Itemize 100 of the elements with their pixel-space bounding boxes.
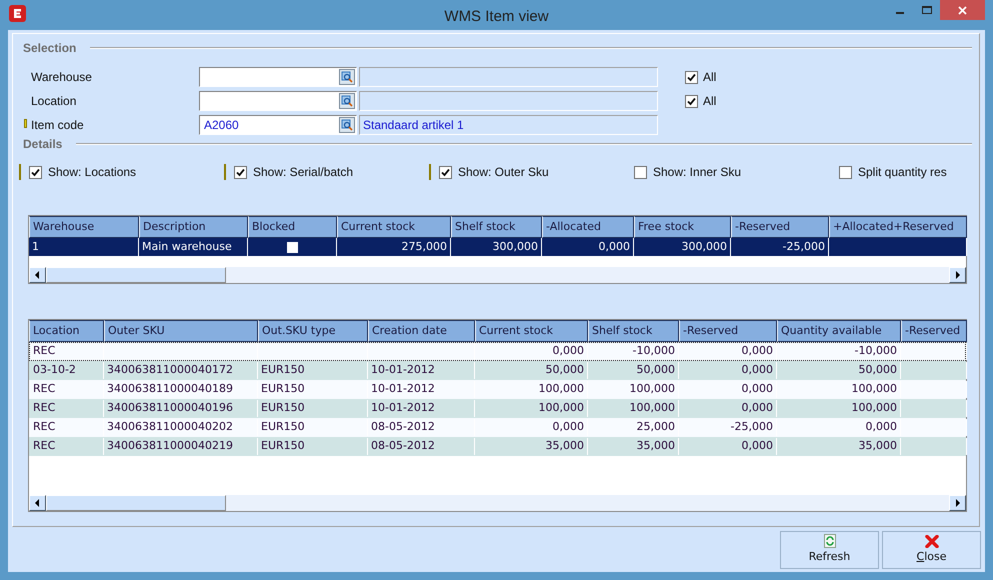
table-cell: 0,000	[679, 400, 777, 417]
table-row[interactable]: REC 0,000 -10,000 0,000 -10,000	[29, 342, 966, 361]
column-header[interactable]: Creation date	[368, 320, 475, 342]
blocked-checkbox[interactable]	[286, 242, 298, 252]
section-heading: Details	[23, 136, 64, 153]
horizontal-scrollbar[interactable]	[29, 494, 966, 511]
column-header[interactable]: -Reserved	[901, 320, 967, 342]
checkbox-label: Split quantity res	[858, 164, 947, 181]
table-cell: 50,000	[475, 362, 588, 379]
checkbox[interactable]	[634, 166, 647, 178]
table-cell: EUR150	[258, 438, 368, 455]
column-header[interactable]: Description	[139, 216, 248, 238]
checkbox[interactable]	[439, 166, 452, 178]
table-cell: 25,000	[588, 419, 679, 436]
horizontal-scrollbar[interactable]	[29, 266, 966, 283]
table-cell: 275,000	[337, 238, 451, 256]
scroll-left-button[interactable]	[29, 267, 46, 283]
column-header[interactable]: Current stock	[475, 320, 588, 342]
table-row[interactable]: REC 340063811000040202 EUR150 08-05-2012 0,000 25,000 -25,000 0,000	[29, 418, 966, 437]
table-cell: -25,000	[731, 238, 829, 256]
table-cell: 340063811000040219	[104, 438, 258, 455]
table-cell: 0,000	[679, 343, 777, 360]
checkbox[interactable]	[234, 166, 247, 178]
lookup-button[interactable]	[339, 69, 355, 85]
scroll-thumb[interactable]	[46, 267, 226, 283]
table-cell: REC	[30, 343, 104, 360]
checkbox[interactable]	[839, 166, 852, 178]
column-header[interactable]: +Allocated+Reserved	[829, 216, 967, 238]
table-cell: 340063811000040202	[104, 419, 258, 436]
table-cell: 35,000	[777, 438, 901, 455]
column-header[interactable]: Blocked	[248, 216, 337, 238]
column-header[interactable]: Outer SKU	[104, 320, 258, 342]
table-row[interactable]: 1 Main warehouse 275,000 300,000 0,000 300,000 -25,000	[29, 238, 966, 256]
table-cell: 0,000	[679, 438, 777, 455]
table-row[interactable]: REC 340063811000040196 EUR150 10-01-2012 100,000 100,000 0,000 100,000	[29, 399, 966, 418]
input-field[interactable]	[199, 67, 357, 87]
table-cell: 0,000	[679, 381, 777, 398]
table-cell: 100,000	[475, 381, 588, 398]
table-cell: EUR150	[258, 362, 368, 379]
input-field[interactable]: A2060	[199, 115, 357, 135]
checkbox[interactable]	[685, 70, 698, 84]
column-header[interactable]: Free stock	[634, 216, 731, 238]
table-cell: -25,000	[679, 419, 777, 436]
column-header[interactable]: Current stock	[337, 216, 451, 238]
column-header[interactable]: Location	[29, 320, 104, 342]
input-field[interactable]	[199, 91, 357, 111]
table-cell: 10-01-2012	[368, 400, 475, 417]
column-header[interactable]: Shelf stock	[451, 216, 542, 238]
checkbox-label: All	[703, 93, 716, 110]
scroll-thumb[interactable]	[46, 495, 226, 511]
search-icon	[341, 119, 353, 131]
refresh-button[interactable]: Refresh	[780, 531, 879, 569]
column-header[interactable]: -Reserved	[731, 216, 829, 238]
checkbox-label: Show: Inner Sku	[653, 164, 742, 181]
checkbox-label: Show: Locations	[48, 164, 136, 181]
table-cell: REC	[30, 381, 104, 398]
column-header[interactable]: Quantity available	[777, 320, 901, 342]
table-cell: 0,000	[542, 238, 634, 256]
scroll-right-button[interactable]	[949, 267, 966, 283]
table-cell: 340063811000040196	[104, 400, 258, 417]
table-cell: 100,000	[475, 400, 588, 417]
checkbox[interactable]	[685, 94, 698, 108]
table-cell: 35,000	[588, 438, 679, 455]
table-cell: REC	[30, 438, 104, 455]
close-button[interactable]: Close	[882, 531, 981, 569]
close-button[interactable]	[940, 0, 985, 20]
table-cell: EUR150	[258, 419, 368, 436]
scroll-right-button[interactable]	[949, 495, 966, 511]
refresh-icon	[824, 534, 836, 548]
table-row[interactable]: REC 340063811000040189 EUR150 10-01-2012 100,000 100,000 0,000 100,000	[29, 380, 966, 399]
column-header[interactable]: Shelf stock	[588, 320, 679, 342]
left-arrow-icon	[35, 499, 40, 507]
scroll-left-button[interactable]	[29, 495, 46, 511]
table-cell: 340063811000040172	[104, 362, 258, 379]
column-header[interactable]: Warehouse	[29, 216, 139, 238]
table-cell: 03-10-2	[30, 362, 104, 379]
checkbox[interactable]	[29, 166, 42, 178]
column-header[interactable]: -Reserved	[679, 320, 777, 342]
table-cell: 100,000	[588, 400, 679, 417]
field-label: Location	[31, 93, 78, 110]
table-cell: 10-01-2012	[368, 362, 475, 379]
lookup-button[interactable]	[339, 93, 355, 109]
search-icon	[341, 71, 353, 83]
table-cell: REC	[30, 400, 104, 417]
table-row[interactable]: REC 340063811000040219 EUR150 08-05-2012 35,000 35,000 0,000 35,000	[29, 437, 966, 456]
column-header[interactable]: -Allocated	[542, 216, 634, 238]
field-label: Warehouse	[31, 69, 93, 86]
table-cell: 300,000	[634, 238, 731, 256]
description-field: Standaard artikel 1	[359, 115, 658, 135]
table-cell: 100,000	[777, 400, 901, 417]
lookup-button[interactable]	[339, 117, 355, 133]
checkbox-label: All	[703, 69, 716, 86]
table-cell: EUR150	[258, 381, 368, 398]
section-heading: Selection	[23, 40, 78, 57]
table-row[interactable]: 03-10-2 340063811000040172 EUR150 10-01-2012 50,000 50,000 0,000 50,000	[29, 361, 966, 380]
table-cell: 0,000	[475, 343, 588, 360]
table-cell: REC	[30, 419, 104, 436]
table-cell: 340063811000040189	[104, 381, 258, 398]
app-logo-icon	[9, 5, 26, 22]
column-header[interactable]: Out.SKU type	[258, 320, 368, 342]
